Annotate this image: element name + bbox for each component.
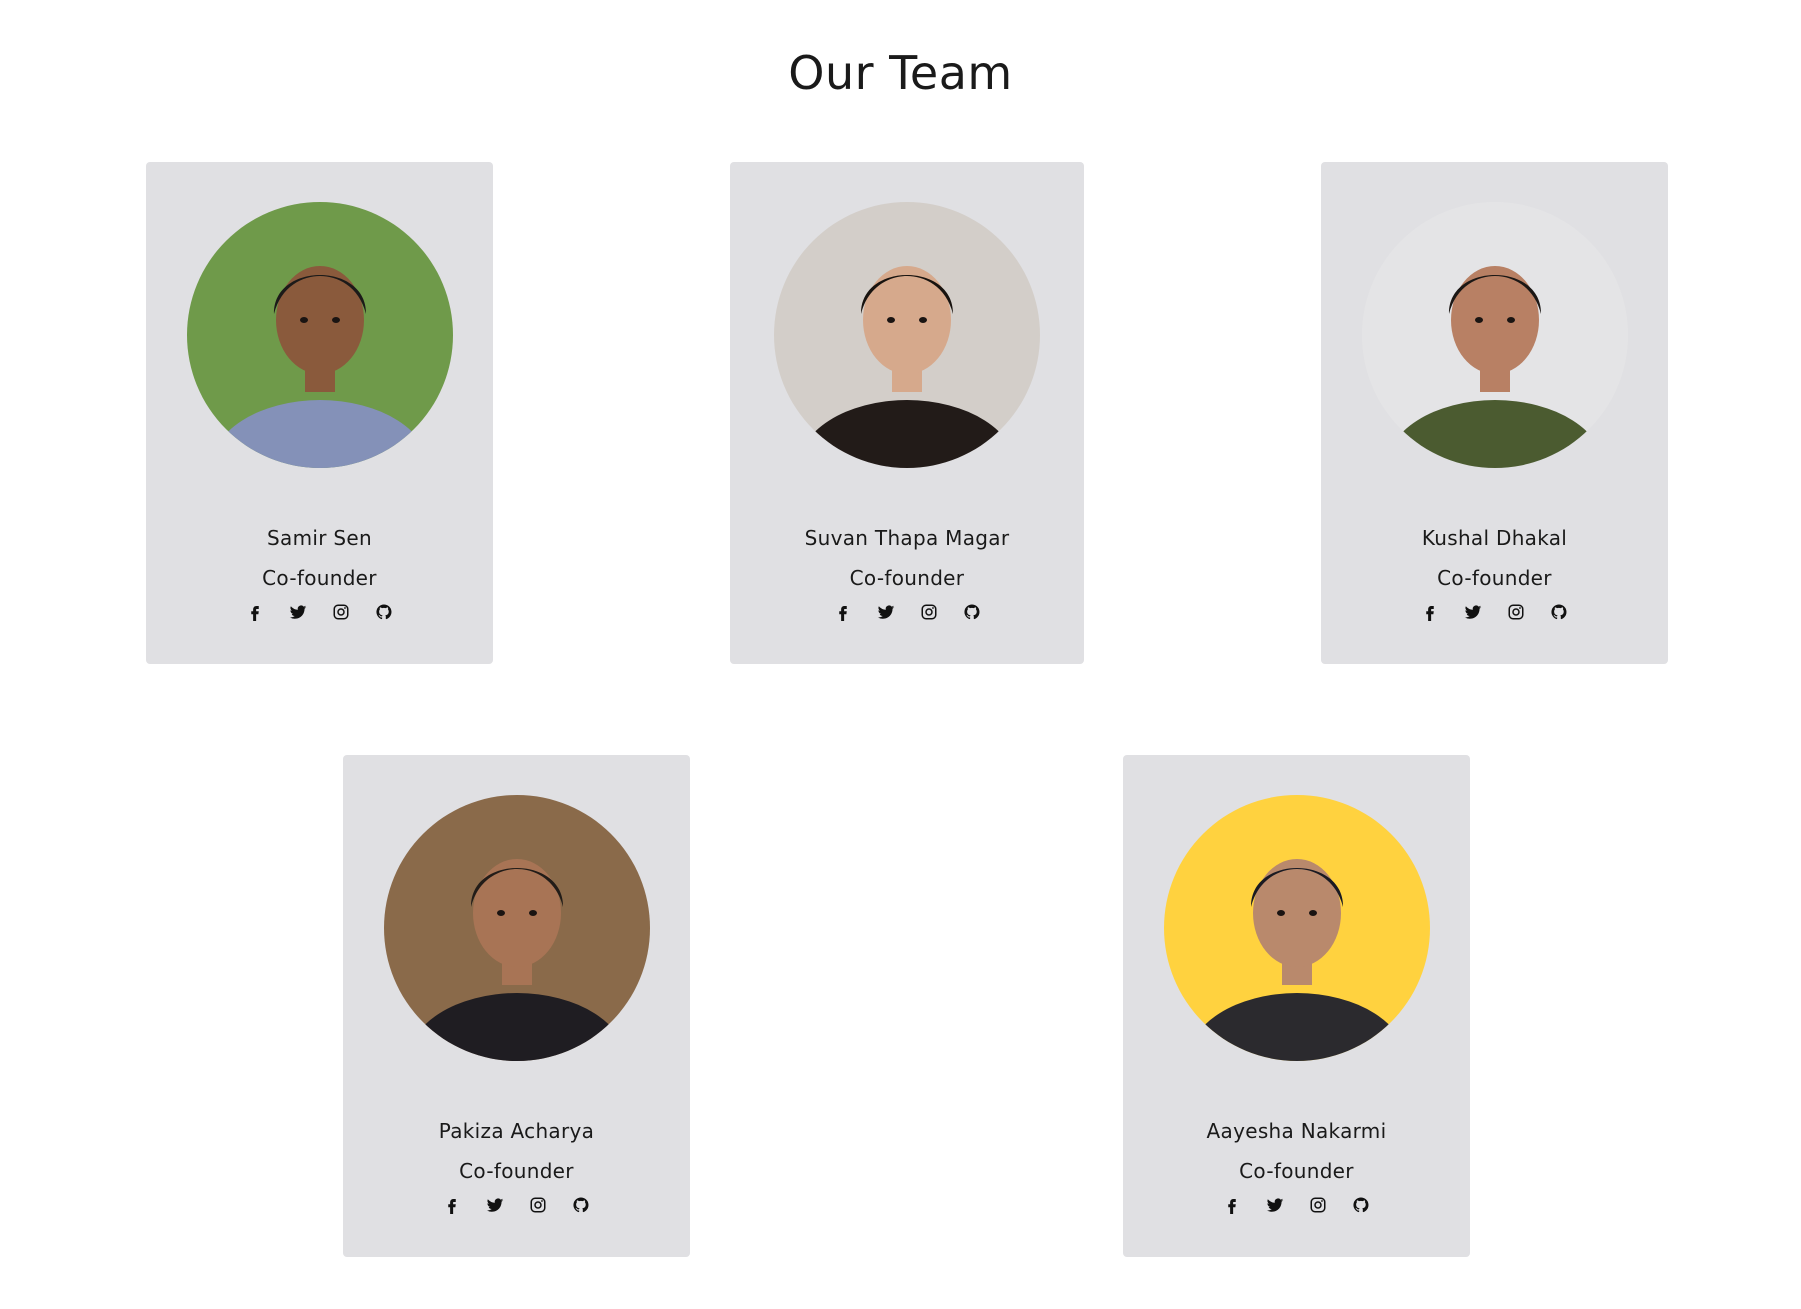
facebook-icon[interactable] (245, 602, 265, 622)
instagram-icon[interactable] (331, 602, 351, 622)
team-card: Suvan Thapa Magar Co-founder (730, 162, 1084, 664)
social-links (1123, 1195, 1470, 1215)
avatar (186, 202, 453, 468)
team-page: Our Team Samir Sen Co-founder Suvan Thap… (0, 0, 1801, 1309)
team-card: Aayesha Nakarmi Co-founder (1123, 755, 1470, 1257)
github-icon[interactable] (962, 602, 982, 622)
member-name: Samir Sen (267, 526, 372, 550)
twitter-icon[interactable] (1463, 602, 1483, 622)
member-name: Suvan Thapa Magar (804, 526, 1010, 550)
facebook-icon[interactable] (1420, 602, 1440, 622)
twitter-icon[interactable] (876, 602, 896, 622)
github-icon[interactable] (1351, 1195, 1371, 1215)
social-links (1321, 602, 1668, 622)
github-icon[interactable] (571, 1195, 591, 1215)
member-name: Kushal Dhakal (1421, 526, 1568, 550)
member-role: Co-founder (459, 1159, 574, 1183)
member-role: Co-founder (1239, 1159, 1354, 1183)
instagram-icon[interactable] (1308, 1195, 1328, 1215)
team-card: Pakiza Acharya Co-founder (343, 755, 690, 1257)
social-links (343, 1195, 690, 1215)
instagram-icon[interactable] (528, 1195, 548, 1215)
avatar (1163, 795, 1430, 1061)
facebook-icon[interactable] (442, 1195, 462, 1215)
facebook-icon[interactable] (833, 602, 853, 622)
member-name: Pakiza Acharya (438, 1119, 595, 1143)
avatar (383, 795, 650, 1061)
avatar (774, 202, 1040, 468)
twitter-icon[interactable] (1265, 1195, 1285, 1215)
facebook-icon[interactable] (1222, 1195, 1242, 1215)
avatar (1361, 202, 1628, 468)
team-card: Kushal Dhakal Co-founder (1321, 162, 1668, 664)
twitter-icon[interactable] (288, 602, 308, 622)
instagram-icon[interactable] (1506, 602, 1526, 622)
github-icon[interactable] (1549, 602, 1569, 622)
social-links (730, 602, 1084, 622)
member-role: Co-founder (849, 566, 965, 590)
social-links (146, 602, 493, 622)
member-role: Co-founder (1437, 566, 1552, 590)
page-title: Our Team (788, 46, 1013, 100)
member-name: Aayesha Nakarmi (1206, 1119, 1387, 1143)
team-card: Samir Sen Co-founder (146, 162, 493, 664)
github-icon[interactable] (374, 602, 394, 622)
member-role: Co-founder (262, 566, 377, 590)
instagram-icon[interactable] (919, 602, 939, 622)
twitter-icon[interactable] (485, 1195, 505, 1215)
